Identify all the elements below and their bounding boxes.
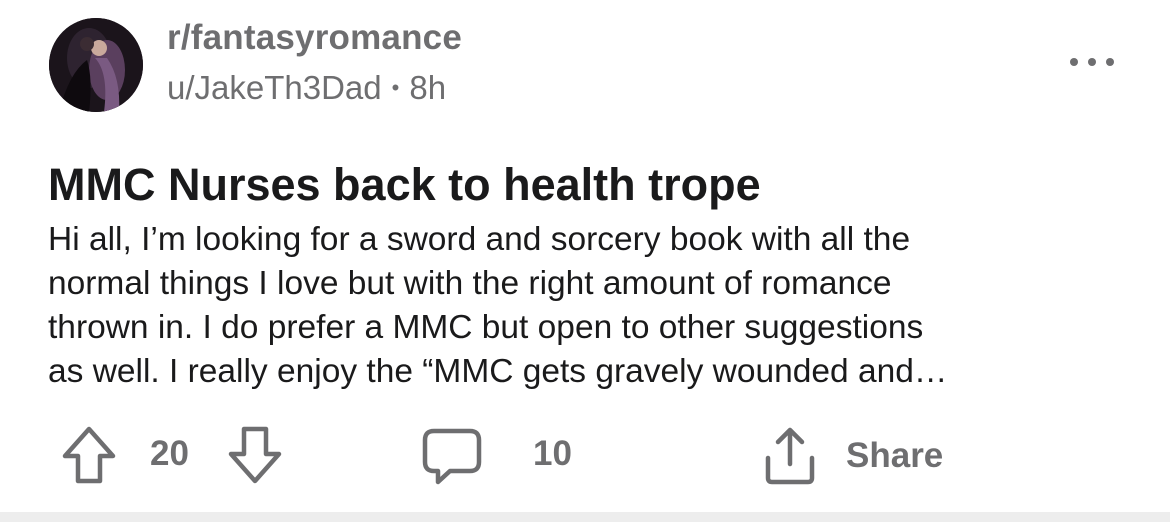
vote-count: 20 <box>150 434 189 474</box>
share-button[interactable]: Share <box>760 424 943 488</box>
meta-separator: • <box>391 75 400 100</box>
vote-count-text: 20 <box>150 434 189 473</box>
post-body-line: thrown in. I do prefer a MMC but open to… <box>48 309 924 346</box>
more-dot <box>1070 58 1078 66</box>
share-label: Share <box>846 436 944 475</box>
post-body-line: normal things I love but with the right … <box>48 265 892 302</box>
more-dot <box>1088 58 1096 66</box>
feed-divider <box>0 512 1170 522</box>
more-options-button[interactable] <box>1070 50 1114 74</box>
downvote-arrow-icon <box>226 424 284 486</box>
post-time: 8h <box>409 69 447 106</box>
subreddit-name[interactable]: r/fantasyromance <box>167 18 462 58</box>
avatar-image-icon <box>49 18 143 112</box>
post-title[interactable]: MMC Nurses back to health trope <box>48 158 761 212</box>
comment-count: 10 <box>533 434 572 474</box>
post-actions-bar: 20 10 Share <box>0 420 1170 490</box>
comments-button[interactable] <box>420 426 484 486</box>
post-body-line: as well. I really enjoy the “MMC gets gr… <box>48 353 948 390</box>
comment-bubble-icon <box>420 426 484 486</box>
post-card[interactable]: r/fantasyromance u/JakeTh3Dad • 8h MMC Nur… <box>0 0 1170 512</box>
post-meta: u/JakeTh3Dad • 8h <box>167 68 446 112</box>
more-dot <box>1106 58 1114 66</box>
author-name[interactable]: u/JakeTh3Dad <box>167 69 382 106</box>
post-body-line: Hi all, I’m looking for a sword and sorc… <box>48 221 911 258</box>
comment-count-text: 10 <box>533 434 572 473</box>
upvote-arrow-icon <box>60 424 118 486</box>
downvote-button[interactable] <box>226 424 284 486</box>
subreddit-avatar[interactable] <box>49 18 143 112</box>
post-body[interactable]: Hi all, I’m looking for a sword and sorc… <box>48 218 1138 394</box>
upvote-button[interactable] <box>60 424 118 486</box>
share-icon <box>760 424 820 488</box>
